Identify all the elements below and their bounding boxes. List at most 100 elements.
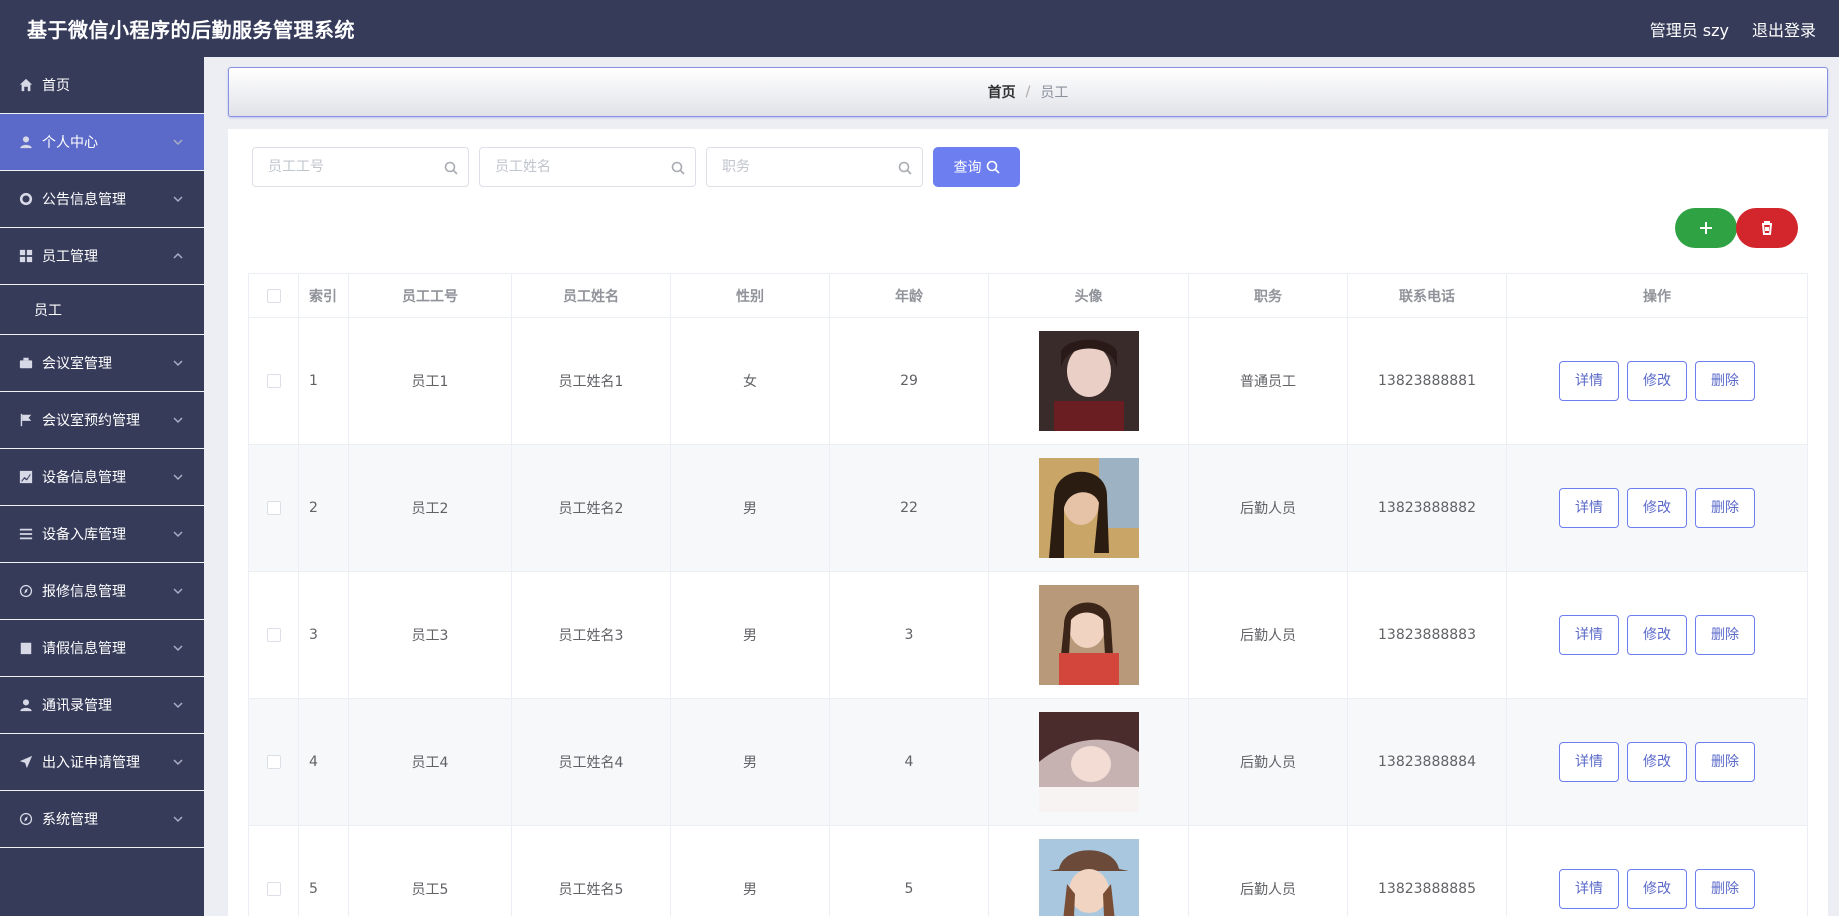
sidebar-item-equipment-stock[interactable]: 设备入库管理 — [0, 506, 204, 563]
edit-button[interactable]: 修改 — [1627, 742, 1687, 782]
batch-delete-button[interactable] — [1736, 208, 1798, 248]
cell-age: 3 — [829, 571, 989, 699]
emp-no-field-wrap — [252, 147, 469, 187]
row-checkbox[interactable] — [266, 628, 281, 642]
col-header: 性别 — [670, 273, 830, 318]
detail-button[interactable]: 详情 — [1559, 488, 1619, 528]
send-icon — [18, 754, 34, 770]
sidebar-item-label: 员工 — [34, 302, 62, 319]
position-field-wrap — [706, 147, 923, 187]
col-header: 年龄 — [829, 273, 989, 318]
employee-table: 索引 员工工号 员工姓名 性别 年龄 头像 职务 联系电话 操作 1 员工1 员… — [248, 273, 1808, 916]
sidebar-item-notice[interactable]: 公告信息管理 — [0, 171, 204, 228]
cell-gender: 男 — [670, 571, 830, 699]
sidebar-item-home[interactable]: 首页 — [0, 57, 204, 114]
current-user[interactable]: 管理员 szy — [1650, 17, 1729, 41]
cell-gender: 男 — [670, 698, 830, 826]
cell-emp-no: 员工3 — [348, 571, 512, 699]
col-header: 头像 — [988, 273, 1189, 318]
edit-button[interactable]: 修改 — [1627, 361, 1687, 401]
sidebar-item-contacts[interactable]: 通讯录管理 — [0, 677, 204, 734]
list-icon — [18, 526, 34, 542]
sidebar-item-label: 会议室管理 — [42, 356, 112, 372]
query-button-label: 查询 — [953, 160, 982, 176]
cell-emp-no: 员工5 — [348, 825, 512, 916]
detail-button[interactable]: 详情 — [1559, 615, 1619, 655]
detail-button[interactable]: 详情 — [1559, 869, 1619, 909]
chevron-down-icon — [172, 414, 184, 426]
sidebar-item-personal-center[interactable]: 个人中心 — [0, 114, 204, 171]
avatar — [1038, 712, 1139, 812]
chevron-down-icon — [172, 642, 184, 654]
trash-icon — [1762, 221, 1772, 235]
logout-link[interactable]: 退出登录 — [1752, 17, 1816, 41]
query-button[interactable]: 查询 — [933, 147, 1020, 187]
cell-emp-no: 员工2 — [348, 444, 512, 572]
grid-icon — [18, 248, 34, 264]
content-panel: 查询 索引 员工工号 员工姓名 性别 年 — [228, 129, 1828, 916]
cell-emp-name: 员工姓名3 — [511, 571, 671, 699]
sidebar-item-label: 首页 — [42, 78, 70, 94]
row-checkbox[interactable] — [266, 755, 281, 769]
cell-position: 后勤人员 — [1188, 825, 1348, 916]
cell-gender: 男 — [670, 825, 830, 916]
detail-button[interactable]: 详情 — [1559, 742, 1619, 782]
edit-button[interactable]: 修改 — [1627, 488, 1687, 528]
chevron-down-icon — [172, 699, 184, 711]
sidebar-item-meeting-room[interactable]: 会议室管理 — [0, 335, 204, 392]
cell-position: 后勤人员 — [1188, 571, 1348, 699]
row-checkbox[interactable] — [266, 882, 281, 896]
sidebar-item-label: 请假信息管理 — [42, 641, 126, 657]
row-checkbox[interactable] — [266, 501, 281, 515]
sidebar-item-label: 设备信息管理 — [42, 470, 126, 486]
chevron-down-icon — [172, 528, 184, 540]
cell-index: 1 — [298, 317, 349, 445]
sidebar-item-leave[interactable]: 请假信息管理 — [0, 620, 204, 677]
delete-button[interactable]: 删除 — [1695, 615, 1755, 655]
select-all-cell — [248, 273, 299, 318]
cell-emp-name: 员工姓名1 — [511, 317, 671, 445]
emp-name-input[interactable] — [480, 148, 695, 186]
cell-index: 4 — [298, 698, 349, 826]
sidebar-item-repair[interactable]: 报修信息管理 — [0, 563, 204, 620]
sidebar-item-label: 个人中心 — [42, 135, 98, 151]
user-icon — [18, 134, 34, 150]
sidebar-item-equipment[interactable]: 设备信息管理 — [0, 449, 204, 506]
sidebar-item-label: 出入证申请管理 — [42, 755, 140, 771]
cell-emp-no: 员工1 — [348, 317, 512, 445]
delete-button[interactable]: 删除 — [1695, 742, 1755, 782]
col-header: 员工姓名 — [511, 273, 671, 318]
chevron-down-icon — [172, 136, 184, 148]
sidebar-subitem-employee[interactable]: 员工 — [0, 285, 204, 335]
emp-no-input[interactable] — [253, 148, 468, 186]
compass-icon — [18, 811, 34, 827]
position-input[interactable] — [707, 148, 922, 186]
edit-button[interactable]: 修改 — [1627, 615, 1687, 655]
sidebar-item-label: 员工管理 — [42, 249, 98, 265]
table-row: 1 员工1 员工姓名1 女 29 普通员工 13823888881 详情 修改 删除 — [248, 317, 1808, 445]
sidebar-item-pass-application[interactable]: 出入证申请管理 — [0, 734, 204, 791]
sidebar-item-label: 系统管理 — [42, 812, 98, 828]
cell-position: 后勤人员 — [1188, 444, 1348, 572]
add-button[interactable] — [1675, 208, 1737, 248]
avatar — [1038, 839, 1139, 916]
select-all-checkbox[interactable] — [266, 288, 281, 303]
search-icon — [444, 161, 458, 175]
detail-button[interactable]: 详情 — [1559, 361, 1619, 401]
cell-emp-name: 员工姓名5 — [511, 825, 671, 916]
sidebar-item-employee-management[interactable]: 员工管理 — [0, 228, 204, 285]
table-row: 5 员工5 员工姓名5 男 5 后勤人员 13823888885 详情 修改 删除 — [248, 825, 1808, 916]
delete-button[interactable]: 删除 — [1695, 488, 1755, 528]
cell-position: 普通员工 — [1188, 317, 1348, 445]
main-area: 首页 / 员工 查询 — [204, 57, 1839, 916]
breadcrumb-home[interactable]: 首页 — [988, 82, 1016, 102]
delete-button[interactable]: 删除 — [1695, 361, 1755, 401]
chevron-down-icon — [172, 756, 184, 768]
edit-button[interactable]: 修改 — [1627, 869, 1687, 909]
sidebar-item-system[interactable]: 系统管理 — [0, 791, 204, 848]
sidebar-item-meeting-booking[interactable]: 会议室预约管理 — [0, 392, 204, 449]
delete-button[interactable]: 删除 — [1695, 869, 1755, 909]
row-checkbox[interactable] — [266, 374, 281, 388]
sidebar-item-label: 会议室预约管理 — [42, 413, 140, 429]
top-right-menu: 管理员 szy 退出登录 — [1650, 17, 1839, 41]
